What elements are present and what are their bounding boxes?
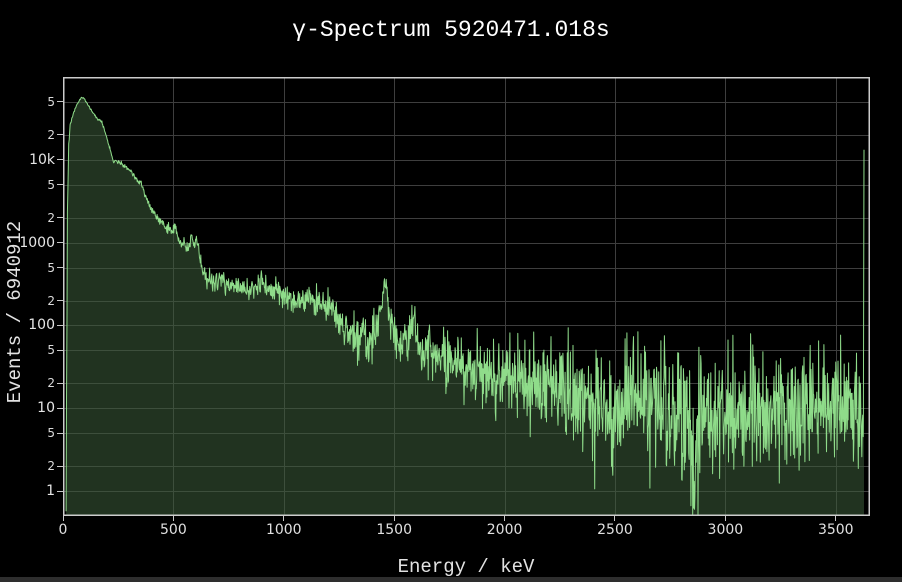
y-tickmark	[57, 101, 63, 102]
y-tickmark	[57, 433, 63, 434]
x-tick-label: 1500	[376, 523, 412, 537]
y-tickmark	[57, 491, 63, 492]
y-tickmark	[57, 217, 63, 218]
x-tickmark	[283, 516, 284, 521]
x-tick-label: 0	[59, 523, 68, 537]
x-tickmark	[614, 516, 615, 521]
y-tickmark	[57, 242, 63, 243]
x-tickmark	[725, 516, 726, 521]
y-tickmark	[57, 466, 63, 467]
y-tick-label: 10k	[0, 153, 55, 167]
y-tickmark	[57, 267, 63, 268]
x-tick-label: 2500	[597, 523, 633, 537]
y-tickmark	[57, 325, 63, 326]
bottom-bar	[0, 577, 902, 582]
x-tickmark	[394, 516, 395, 521]
y-tickmark	[57, 159, 63, 160]
x-tick-label: 500	[160, 523, 187, 537]
y-tickmark	[57, 350, 63, 351]
x-tickmark	[173, 516, 174, 521]
x-tick-label: 3500	[818, 523, 854, 537]
x-tickmark	[835, 516, 836, 521]
y-tickmark	[57, 184, 63, 185]
y-tick-label: 1	[0, 484, 55, 498]
y-tick-label: 5	[0, 179, 55, 191]
y-tick-label: 2	[0, 129, 55, 141]
y-tickmark	[57, 383, 63, 384]
x-tick-label: 3000	[708, 523, 744, 537]
plot-area	[63, 77, 870, 516]
y-tickmark	[57, 408, 63, 409]
y-axis-title: Events / 6940912	[4, 221, 26, 403]
y-tick-label: 10	[0, 401, 55, 415]
y-tick-label: 5	[0, 96, 55, 108]
app-window: γ-Spectrum 5920471.018s 1251025100251000…	[0, 0, 902, 582]
x-tickmark	[63, 516, 64, 521]
y-tick-label: 2	[0, 460, 55, 472]
x-tickmark	[504, 516, 505, 521]
y-tickmark	[57, 300, 63, 301]
x-tick-label: 2000	[487, 523, 523, 537]
x-axis-title: Energy / keV	[398, 556, 535, 578]
chart-title: γ-Spectrum 5920471.018s	[0, 17, 902, 43]
spectrum-plot-canvas[interactable]	[63, 77, 870, 516]
y-tick-label: 5	[0, 427, 55, 439]
x-tick-label: 1000	[266, 523, 302, 537]
y-tickmark	[57, 134, 63, 135]
